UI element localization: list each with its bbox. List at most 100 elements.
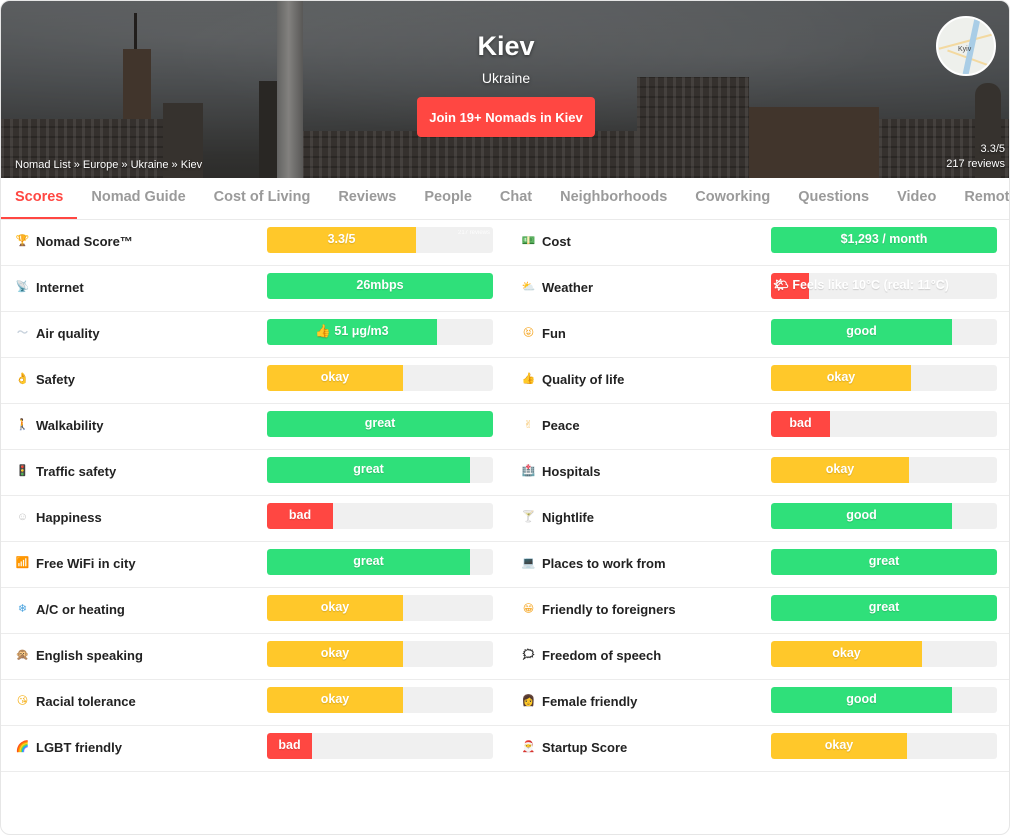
city-card: Kiev Ukraine Join 19+ Nomads in Kiev Nom… (0, 0, 1010, 835)
tab-nomad-guide[interactable]: Nomad Guide (77, 178, 199, 219)
score-bar[interactable]: great (267, 549, 493, 575)
score-label-text: Cost (542, 234, 571, 249)
tab-cost-of-living[interactable]: Cost of Living (200, 178, 325, 219)
score-label-text: LGBT friendly (36, 740, 122, 755)
rating-value: 3.3/5 (980, 143, 1005, 155)
grin-icon: 😝 (522, 327, 535, 339)
rating-summary: 3.3/5 217 reviews (946, 142, 1005, 172)
cloud-sun-icon: ⛅ (521, 281, 536, 293)
satellite-icon: 📡 (15, 281, 30, 293)
score-female-friendly: 👩 Female friendly good (505, 680, 1009, 726)
score-row: ☺ Happiness bad 🍸 Nightlife good (1, 496, 1009, 542)
score-bar[interactable]: good (771, 687, 997, 713)
score-bar[interactable]: good (771, 503, 997, 529)
score-label-text: A/C or heating (36, 602, 125, 617)
breadcrumb-ukraine[interactable]: Ukraine (131, 159, 169, 171)
score-internet: 📡 Internet 26mbps (1, 266, 505, 312)
score-value: bad (278, 738, 301, 752)
score-bar[interactable]: okay (771, 641, 997, 667)
thumbs-up-icon: 👍 (521, 373, 536, 385)
score-bar[interactable]: 👍 51 μg/m3 (267, 319, 493, 345)
score-nomad-score: 🏆 Nomad Score™ 3.3/5 217 reviews (1, 220, 505, 266)
tab-scores[interactable]: Scores (1, 178, 78, 219)
score-bar[interactable]: great (267, 457, 493, 483)
score-row: 📶 Free WiFi in city great 💻 Places to work f… (1, 542, 1009, 588)
score-fun: 😝 Fun good (505, 312, 1009, 358)
score-bar[interactable]: okay (771, 457, 997, 483)
score-a-c-or-heating: ❄ A/C or heating okay (1, 588, 505, 634)
score-bar[interactable]: good (771, 319, 997, 345)
score-bar[interactable]: 🌤 Feels like 10°C (real: 11°C) (771, 273, 997, 299)
breadcrumb-europe[interactable]: Europe (83, 159, 118, 171)
score-bar[interactable]: bad (267, 733, 493, 759)
score-row: ❄ A/C or heating okay 😁 Friendly to foreigne… (1, 588, 1009, 634)
score-bar[interactable]: $1,293 / month (771, 227, 997, 253)
score-bar[interactable]: okay (267, 641, 493, 667)
score-row: 🙊 English speaking okay 🗯 Freedom of speech o… (1, 634, 1009, 680)
breadcrumb-nomad-list[interactable]: Nomad List (15, 159, 71, 171)
score-label-text: Air quality (36, 326, 100, 341)
join-nomads-button[interactable]: Join 19+ Nomads in Kiev (417, 97, 595, 137)
score-bar[interactable]: okay (771, 733, 997, 759)
traffic-light-icon: 🚦 (15, 465, 30, 477)
tab-neighborhoods[interactable]: Neighborhoods (546, 178, 681, 219)
score-value: $1,293 / month (840, 232, 928, 246)
score-bar[interactable]: 26mbps (267, 273, 493, 299)
score-label-text: Hospitals (542, 464, 601, 479)
score-quality-of-life: 👍 Quality of life okay (505, 358, 1009, 404)
score-label: 😝 Fun (521, 326, 566, 341)
tab-reviews[interactable]: Reviews (324, 178, 410, 219)
score-value: good (846, 692, 877, 706)
score-startup-score: 🎅 Startup Score okay (505, 726, 1009, 772)
score-value: 🌤 Feels like 10°C (real: 11°C) (773, 278, 949, 292)
score-walkability: 🚶 Walkability great (1, 404, 505, 450)
score-bar[interactable]: okay (771, 365, 997, 391)
breadcrumb: Nomad List » Europe » Ukraine » Kiev (15, 159, 202, 171)
score-label: 😘 Racial tolerance (15, 694, 136, 709)
score-row: 👌 Safety okay 👍 Quality of life okay (1, 358, 1009, 404)
score-bar[interactable]: great (771, 549, 997, 575)
score-traffic-safety: 🚦 Traffic safety great (1, 450, 505, 496)
score-bar[interactable]: 3.3/5 217 reviews (267, 227, 493, 253)
score-weather: ⛅ Weather 🌤 Feels like 10°C (real: 11°C) (505, 266, 1009, 312)
tab-people[interactable]: People (410, 178, 486, 219)
score-bar[interactable]: great (267, 411, 493, 437)
tab-questions[interactable]: Questions (784, 178, 883, 219)
breadcrumb-kiev[interactable]: Kiev (181, 159, 202, 171)
score-nightlife: 🍸 Nightlife good (505, 496, 1009, 542)
city-minimap[interactable]: Kyiv (936, 16, 996, 76)
tab-chat[interactable]: Chat (486, 178, 546, 219)
score-bar[interactable]: okay (267, 687, 493, 713)
score-row: 🚦 Traffic safety great 🏥 Hospitals okay (1, 450, 1009, 496)
score-bar[interactable]: okay (267, 595, 493, 621)
section-tabs: Scores Nomad Guide Cost of Living Reviews Pe… (1, 178, 1009, 220)
score-air-quality: 〜 Air quality 👍 51 μg/m3 (1, 312, 505, 358)
city-title: Kiev (477, 31, 535, 61)
score-label: 🚶 Walkability (15, 418, 104, 433)
trophy-icon: 🏆 (15, 235, 30, 247)
score-value: great (868, 600, 900, 614)
score-bar[interactable]: bad (267, 503, 493, 529)
score-label-text: Quality of life (542, 372, 625, 387)
score-peace: ✌ Peace bad (505, 404, 1009, 450)
tab-video[interactable]: Video (883, 178, 950, 219)
score-value: okay (832, 646, 861, 660)
score-bar[interactable]: okay (267, 365, 493, 391)
score-value: okay (320, 692, 350, 706)
tab-remote[interactable]: Remote (950, 178, 1009, 219)
score-value: 👍 51 μg/m3 (315, 324, 389, 338)
score-value: okay (320, 600, 350, 614)
score-value: bad (288, 508, 312, 522)
score-bar[interactable]: great (771, 595, 997, 621)
review-count[interactable]: 217 reviews (946, 157, 1005, 172)
hero-shade (1, 1, 1009, 178)
tab-coworking[interactable]: Coworking (681, 178, 784, 219)
santa-icon: 🎅 (521, 741, 536, 753)
score-value: great (353, 462, 384, 476)
score-label: 💵 Cost (521, 234, 571, 249)
score-label: ✌ Peace (521, 418, 580, 433)
score-bar[interactable]: bad (771, 411, 997, 437)
score-label-text: Traffic safety (36, 464, 117, 479)
hospital-icon: 🏥 (521, 465, 536, 477)
score-row: 🌈 LGBT friendly bad 🎅 Startup Score okay (1, 726, 1009, 772)
